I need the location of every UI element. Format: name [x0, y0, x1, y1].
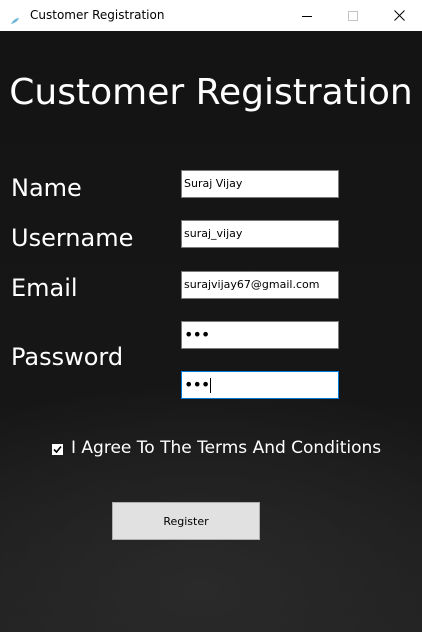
agree-checkbox[interactable]: [52, 444, 63, 455]
page-title: Customer Registration: [9, 72, 413, 113]
minimize-button[interactable]: [284, 0, 330, 31]
email-label: Email: [11, 274, 78, 302]
confirm-password-mask: •••: [184, 375, 210, 394]
agree-label: I Agree To The Terms And Conditions: [71, 438, 382, 458]
window-title: Customer Registration: [30, 8, 165, 22]
username-label: Username: [11, 224, 134, 252]
registration-window: Customer Registration Customer Registrat…: [0, 0, 422, 632]
password-label: Password: [11, 343, 124, 371]
password-mask: •••: [184, 325, 210, 344]
close-icon: [393, 10, 405, 21]
text-caret: [210, 378, 212, 393]
title-bar[interactable]: Customer Registration: [0, 0, 422, 31]
agree-terms[interactable]: I Agree To The Terms And Conditions: [52, 437, 381, 459]
password-field[interactable]: •••: [181, 321, 339, 349]
email-field[interactable]: surajvijay67@gmail.com: [181, 271, 339, 299]
form-area: Customer Registration Name Suraj Vijay U…: [0, 31, 422, 632]
confirm-password-field[interactable]: •••: [181, 371, 339, 399]
maximize-icon: [348, 10, 358, 21]
name-label: Name: [11, 174, 82, 202]
name-field[interactable]: Suraj Vijay: [181, 170, 339, 198]
minimize-icon: [302, 15, 312, 17]
register-button[interactable]: Register: [112, 502, 260, 540]
feather-icon: [10, 10, 20, 24]
close-button[interactable]: [376, 0, 422, 31]
checkmark-icon: [53, 445, 62, 454]
username-field[interactable]: suraj_vijay: [181, 220, 339, 248]
maximize-button[interactable]: [330, 0, 376, 31]
